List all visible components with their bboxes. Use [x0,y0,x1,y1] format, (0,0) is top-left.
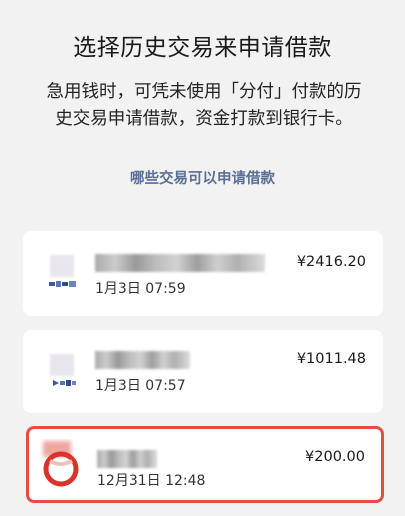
transaction-card[interactable]: 1月3日 07:57 ¥1011.48 [23,330,383,413]
transaction-amount: ¥2416.20 [296,254,366,270]
borrow-history-page: 选择历史交易来申请借款 急用钱时，可凭未使用「分付」付款的历史交易申请借款，资金… [0,0,405,516]
transaction-date: 1月3日 07:57 [95,378,186,394]
transaction-card-selected[interactable]: 12月31日 12:48 ¥200.00 [26,426,384,503]
transaction-amount: ¥200.00 [305,449,365,465]
bank-logo-icon [47,253,77,295]
transaction-amount: ¥1011.48 [296,351,366,367]
merchant-name-redacted [95,254,265,272]
page-title: 选择历史交易来申请借款 [73,35,332,61]
transaction-card[interactable]: 1月3日 07:59 ¥2416.20 [23,231,383,316]
bank-logo-icon [47,352,77,394]
merchant-name-redacted [97,450,157,468]
eligible-transactions-link[interactable]: 哪些交易可以申请借款 [0,167,405,188]
transaction-date: 12月31日 12:48 [97,473,206,489]
page-description: 急用钱时，可凭未使用「分付」付款的历史交易申请借款，资金打款到银行卡。 [46,82,362,129]
transaction-date: 1月3日 07:59 [95,281,186,297]
red-circle-logo-icon [43,441,79,487]
merchant-name-redacted [95,351,190,369]
